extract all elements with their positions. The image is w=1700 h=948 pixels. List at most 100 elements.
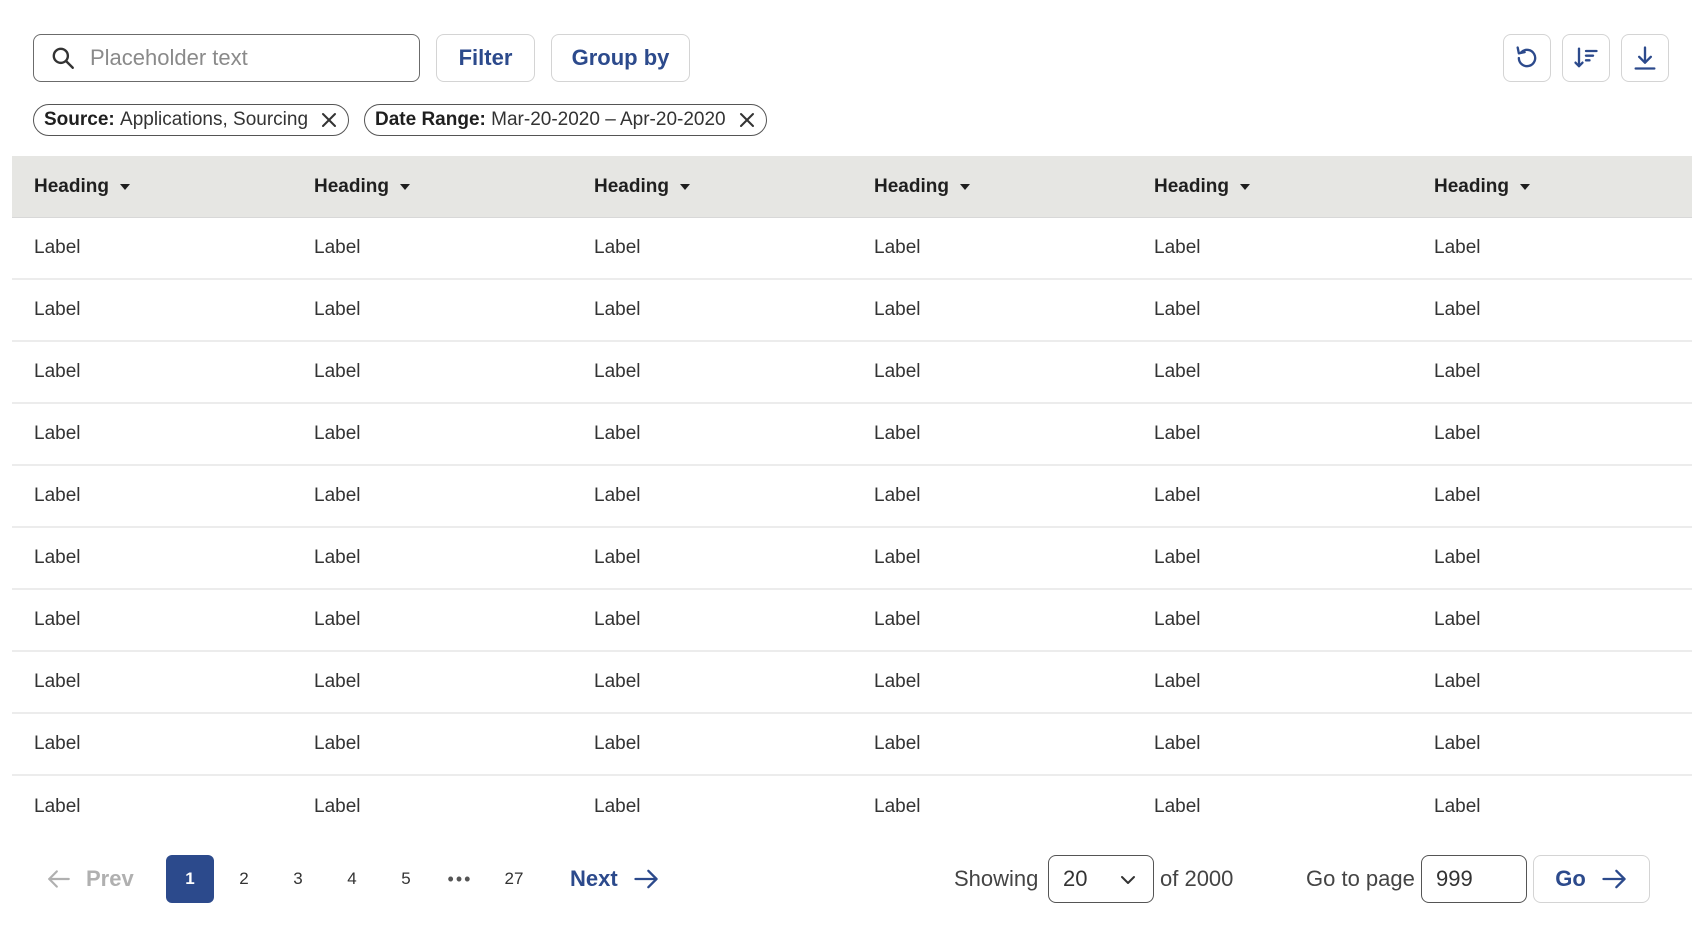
table-cell: Label [34,237,81,258]
table-cell: Label [34,299,81,320]
table-cell: Label [874,796,921,817]
close-icon[interactable] [320,111,338,129]
page-button-last[interactable]: 27 [490,855,538,903]
prev-button[interactable]: Prev [46,855,134,903]
table-row[interactable]: Label Label Label Label Label Label [12,528,1692,590]
table-cell: Label [1434,237,1481,258]
table-cell: Label [874,485,921,506]
table-cell: Label [1434,361,1481,382]
page-button-4[interactable]: 4 [328,855,376,903]
table-row[interactable]: Label Label Label Label Label Label [12,280,1692,342]
table-cell: Label [34,796,81,817]
go-button[interactable]: Go [1533,855,1650,903]
table-cell: Label [1154,237,1201,258]
page-button-5[interactable]: 5 [382,855,430,903]
table-cell: Label [314,733,361,754]
table-body: Label Label Label Label Label Label Label Label… [12,218,1692,838]
table-cell: Label [1154,671,1201,692]
table-cell: Label [594,299,641,320]
table-cell: Label [594,361,641,382]
sort-icon [1574,47,1598,68]
column-header[interactable]: Heading [572,176,852,198]
table-cell: Label [874,237,921,258]
table-cell: Label [1154,733,1201,754]
table-cell: Label [1434,547,1481,568]
table-cell: Label [314,237,361,258]
table-cell: Label [314,547,361,568]
close-icon[interactable] [738,111,756,129]
download-icon [1634,46,1656,70]
column-header[interactable]: Heading [1132,176,1412,198]
chip-key: Source: [44,109,115,130]
table-cell: Label [874,547,921,568]
per-page-select[interactable]: 20 [1048,855,1154,903]
table-row[interactable]: Label Label Label Label Label Label [12,776,1692,838]
page-button-1[interactable]: 1 [166,855,214,903]
table-row[interactable]: Label Label Label Label Label Label [12,342,1692,404]
arrow-right-icon [634,869,658,889]
table-cell: Label [314,671,361,692]
showing-label: Showing [954,866,1039,891]
arrow-left-icon [48,870,70,888]
column-heading: Heading [1434,175,1509,197]
table-cell: Label [314,485,361,506]
table-cell: Label [314,423,361,444]
table-cell: Label [594,547,641,568]
table-cell: Label [314,609,361,630]
table-cell: Label [874,609,921,630]
group-by-button[interactable]: Group by [551,34,690,82]
table-cell: Label [1434,733,1481,754]
table-cell: Label [594,609,641,630]
table-row[interactable]: Label Label Label Label Label Label [12,652,1692,714]
column-heading: Heading [594,175,669,197]
caret-down-icon [1519,183,1530,190]
table-cell: Label [1154,361,1201,382]
pagination-ellipsis: ••• [447,868,473,889]
chip-value: Mar-20-2020 – Apr-20-2020 [491,109,726,130]
table-cell: Label [34,671,81,692]
table-cell: Label [1154,485,1201,506]
go-to-page-label: Go to page [1306,866,1415,891]
table-row[interactable]: Label Label Label Label Label Label [12,218,1692,280]
chip-key: Date Range: [375,109,486,130]
table-row[interactable]: Label Label Label Label Label Label [12,466,1692,528]
column-header[interactable]: Heading [852,176,1132,198]
go-to-page-input[interactable] [1421,855,1527,903]
filter-button[interactable]: Filter [436,34,535,82]
table-cell: Label [1434,609,1481,630]
table-row[interactable]: Label Label Label Label Label Label [12,714,1692,776]
search-icon [52,47,74,69]
filter-chip-date-range: Date Range: Mar-20-2020 – Apr-20-2020 [364,104,767,136]
table-cell: Label [314,361,361,382]
table-cell: Label [34,733,81,754]
table-cell: Label [1154,609,1201,630]
table-row[interactable]: Label Label Label Label Label Label [12,590,1692,652]
column-heading: Heading [34,175,109,197]
table-cell: Label [314,299,361,320]
table-cell: Label [594,733,641,754]
table-cell: Label [594,796,641,817]
table-cell: Label [874,423,921,444]
column-heading: Heading [874,175,949,197]
download-button[interactable] [1621,34,1669,82]
next-button[interactable]: Next [570,855,660,903]
total-count: of 2000 [1160,866,1234,891]
search-input[interactable] [90,45,419,71]
table-row[interactable]: Label Label Label Label Label Label [12,404,1692,466]
data-table: Heading Heading Heading Heading Heading … [12,156,1692,838]
sort-button[interactable] [1562,34,1610,82]
table-cell: Label [1434,423,1481,444]
refresh-button[interactable] [1503,34,1551,82]
pagination: Prev 1 2 3 4 5 ••• 27 Next Showing 20 of… [0,855,1700,903]
table-cell: Label [594,423,641,444]
table-cell: Label [314,796,361,817]
page-button-3[interactable]: 3 [274,855,322,903]
column-header[interactable]: Heading [12,176,292,198]
caret-down-icon [959,183,970,190]
table-cell: Label [594,485,641,506]
column-header[interactable]: Heading [292,176,572,198]
column-header[interactable]: Heading [1412,176,1692,198]
search-box[interactable] [33,34,420,82]
per-page-value: 20 [1063,866,1088,891]
page-button-2[interactable]: 2 [220,855,268,903]
